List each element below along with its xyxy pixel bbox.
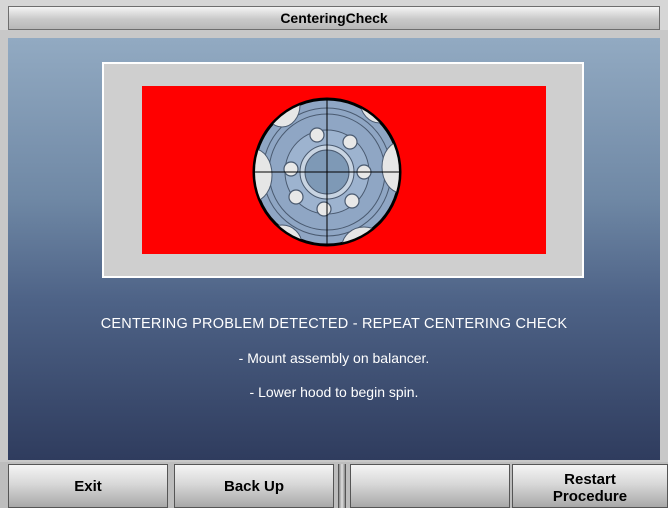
instruction-lower-hood: - Lower hood to begin spin. [249, 384, 419, 400]
button-divider [338, 464, 346, 508]
window-title: CenteringCheck [8, 6, 660, 30]
title-bar: CenteringCheck [0, 0, 668, 30]
restart-procedure-button[interactable]: Restart Procedure [512, 464, 668, 508]
centering-image-frame [102, 62, 584, 278]
wheel-crosshair-icon [252, 97, 402, 247]
centering-status-field [142, 86, 546, 254]
centering-error-message: CENTERING PROBLEM DETECTED - REPEAT CENT… [100, 316, 568, 332]
blank-button[interactable] [350, 464, 510, 508]
main-panel: CENTERING PROBLEM DETECTED - REPEAT CENT… [8, 38, 660, 460]
back-up-button[interactable]: Back Up [174, 464, 334, 508]
exit-button[interactable]: Exit [8, 464, 168, 508]
instruction-mount: - Mount assembly on balancer. [238, 350, 430, 366]
button-bar: Exit Back Up Restart Procedure [0, 462, 668, 508]
